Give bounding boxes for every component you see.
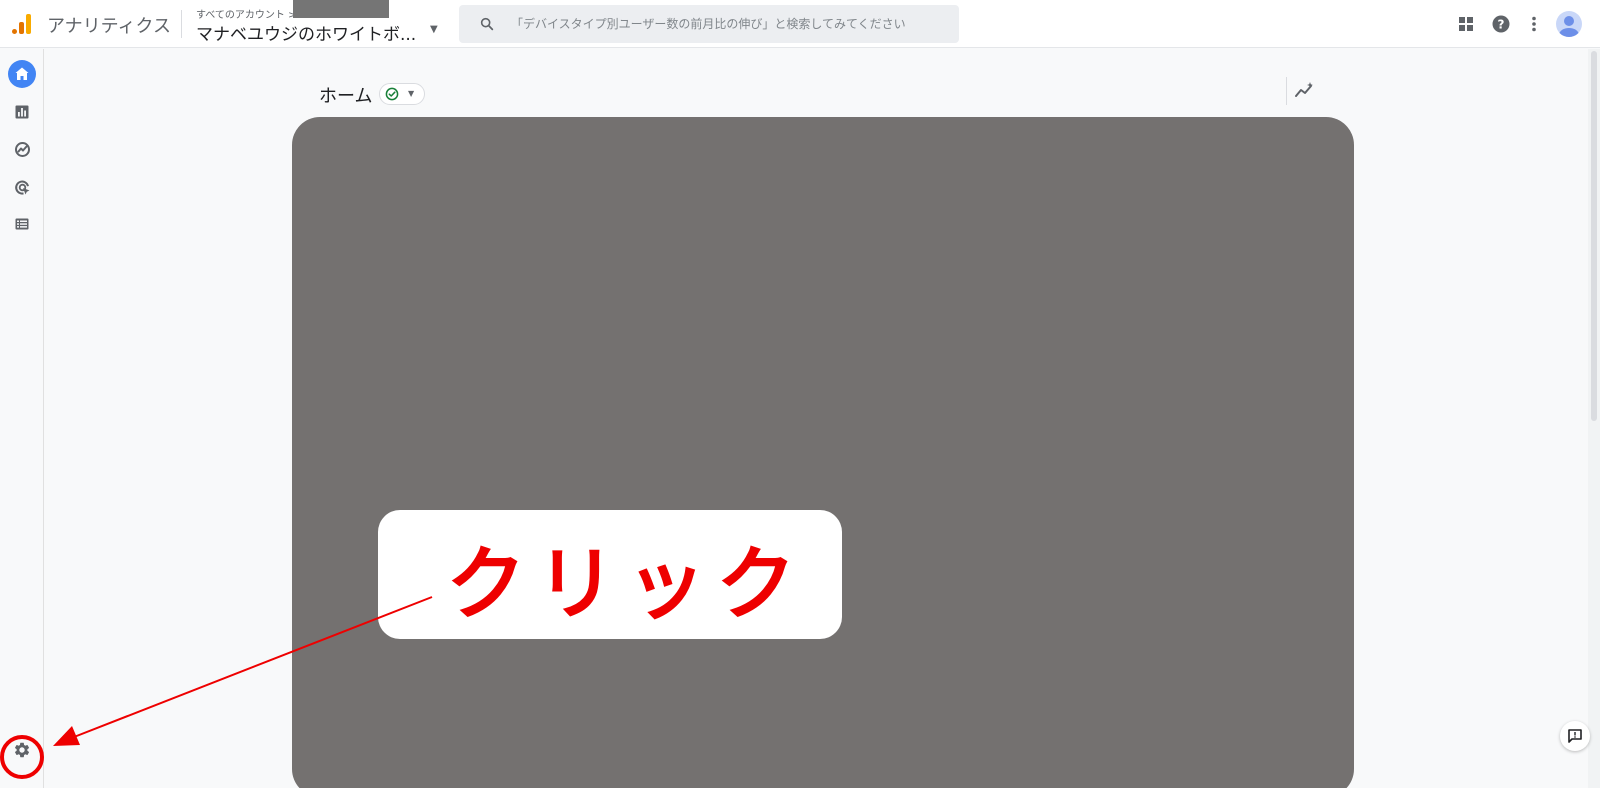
nav-advertising[interactable] <box>8 173 36 201</box>
analytics-logo-icon[interactable] <box>11 12 35 36</box>
search-bar[interactable] <box>459 5 959 43</box>
top-app-bar: アナリティクス すべてのアカウント > マナベユウジのホワイトボ... ▼ ? <box>0 0 1600 48</box>
list-icon <box>15 218 29 230</box>
search-icon <box>479 16 495 32</box>
insights-divider <box>1286 77 1287 105</box>
nav-home[interactable] <box>8 60 36 88</box>
home-icon <box>15 67 29 80</box>
help-icon[interactable]: ? <box>1489 12 1513 36</box>
feedback-button[interactable] <box>1560 721 1590 751</box>
nav-configure[interactable] <box>8 210 36 238</box>
feedback-icon <box>1568 729 1582 743</box>
annotation-callout: クリック <box>378 510 842 639</box>
svg-text:?: ? <box>1498 18 1505 32</box>
app-title[interactable]: アナリティクス <box>47 12 171 38</box>
page-scrollbar[interactable] <box>1588 49 1600 788</box>
analytics-page: アナリティクス すべてのアカウント > マナベユウジのホワイトボ... ▼ ? <box>0 0 1600 788</box>
gear-icon <box>15 742 30 758</box>
target-icon <box>14 180 29 195</box>
chevron-down-icon[interactable]: ▼ <box>430 24 438 35</box>
page-title: ホーム <box>319 86 373 107</box>
insights-icon[interactable] <box>1293 80 1315 102</box>
header-divider <box>181 10 182 38</box>
nav-reports[interactable] <box>8 98 36 126</box>
left-nav <box>0 49 44 788</box>
explore-icon <box>14 141 30 157</box>
annotation-label: クリック <box>446 538 806 631</box>
admin-settings-button[interactable] <box>8 736 36 764</box>
account-breadcrumb[interactable]: すべてのアカウント > <box>196 6 296 21</box>
more-vert-icon[interactable] <box>1522 12 1546 36</box>
property-selector[interactable]: マナベユウジのホワイトボ... <box>196 20 416 45</box>
chevron-down-icon: ▼ <box>408 89 415 98</box>
data-status-chip[interactable]: ▼ <box>379 83 425 105</box>
bar-chart-icon <box>15 105 29 119</box>
apps-grid-icon[interactable] <box>1454 12 1478 36</box>
nav-explore[interactable] <box>8 135 36 163</box>
scroll-thumb[interactable] <box>1591 51 1597 421</box>
check-circle-icon <box>385 87 399 101</box>
redacted-account-name <box>293 0 389 18</box>
dimmed-content-overlay <box>292 117 1354 788</box>
account-avatar-icon[interactable] <box>1556 11 1582 37</box>
search-input[interactable] <box>511 5 951 43</box>
